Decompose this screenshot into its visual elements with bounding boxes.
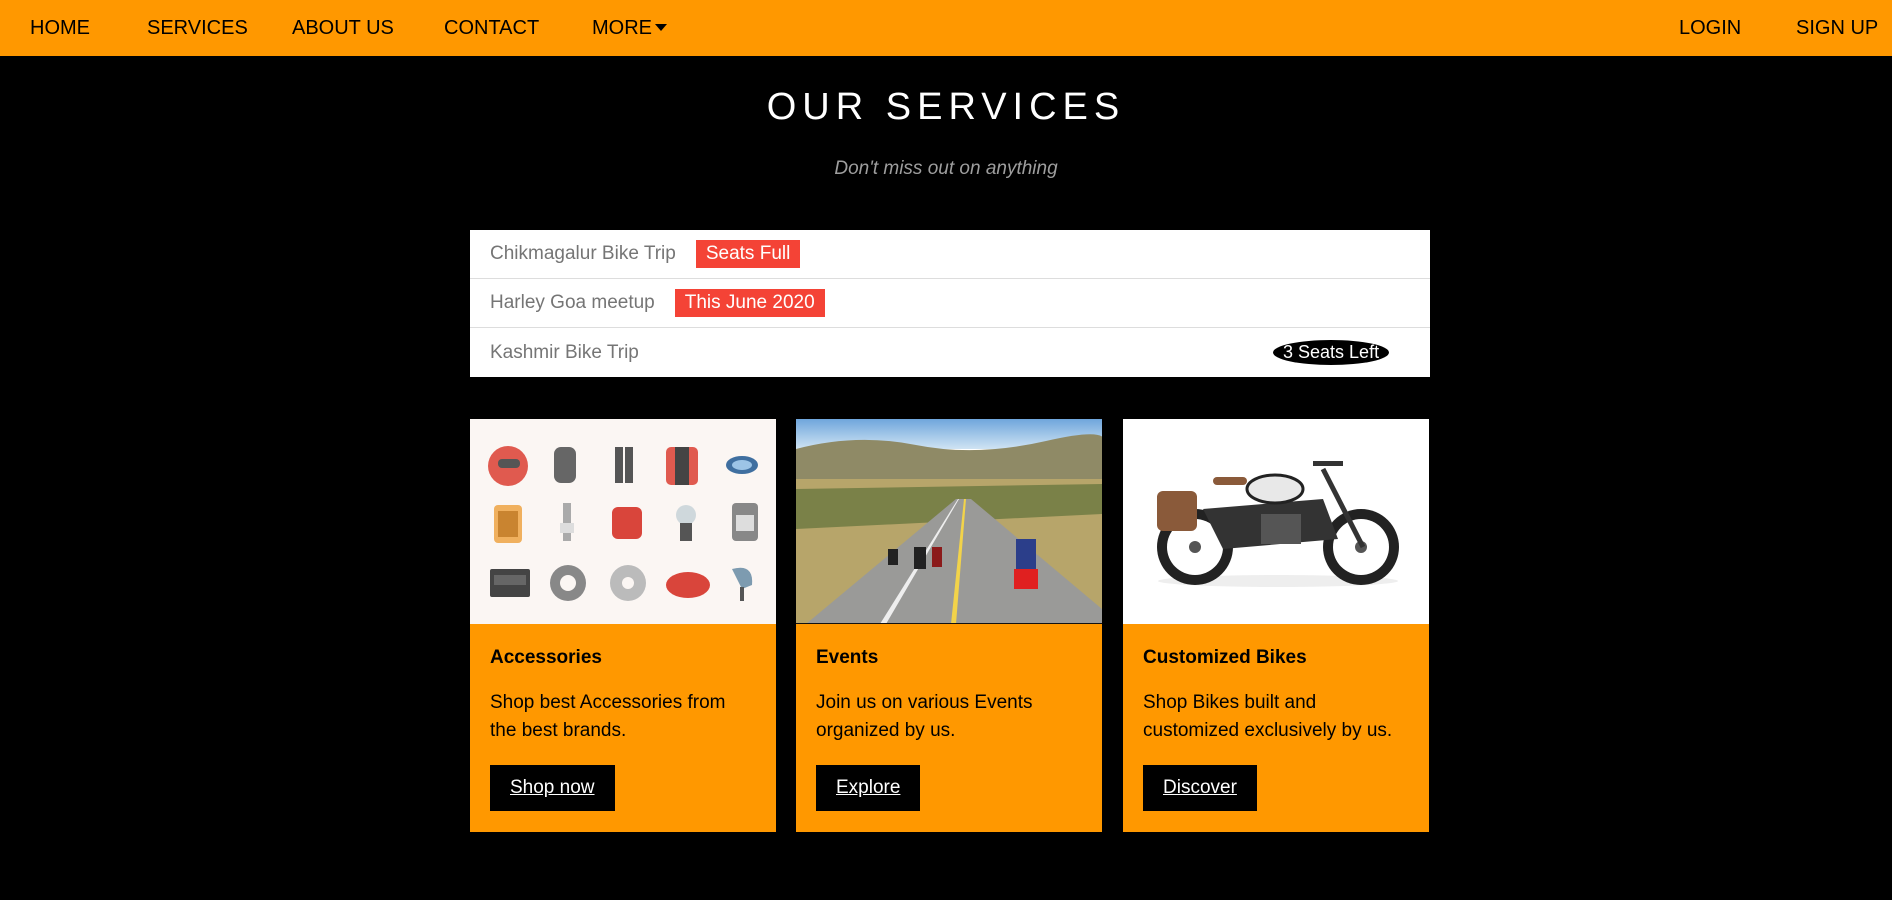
card-text: Join us on various Events organized by u…: [816, 692, 1033, 741]
nav-more-label: MORE: [592, 17, 652, 39]
card-title: Customized Bikes: [1143, 647, 1307, 668]
card-events: Events Join us on various Events organiz…: [796, 419, 1102, 832]
navbar: HOME SERVICES ABOUT US CONTACT MORE LOGI…: [0, 0, 1892, 56]
seats-badge: 3 Seats Left: [1273, 340, 1390, 365]
nav-home-link[interactable]: HOME: [30, 0, 90, 56]
list-item: Chikmagalur Bike Trip Seats Full: [470, 230, 1430, 279]
accessories-image: [470, 419, 776, 624]
explore-button[interactable]: Explore: [816, 765, 921, 811]
card-customized-bikes: Customized Bikes Shop Bikes built and cu…: [1123, 419, 1429, 832]
nav-more-dropdown[interactable]: MORE: [592, 0, 667, 56]
nav-services-link[interactable]: SERVICES: [147, 0, 248, 56]
bike-image: [1123, 419, 1429, 624]
events-list: Chikmagalur Bike Trip Seats Full Harley …: [470, 230, 1430, 377]
events-image: [796, 419, 1102, 624]
list-item: Harley Goa meetup This June 2020: [470, 279, 1430, 328]
event-name: Chikmagalur Bike Trip: [490, 243, 676, 264]
nav-contact-link[interactable]: CONTACT: [444, 0, 539, 56]
status-tag: This June 2020: [674, 289, 825, 317]
page-title: OUR SERVICES: [766, 86, 1126, 128]
list-item: Kashmir Bike Trip 3 Seats Left: [470, 328, 1430, 377]
nav-login-link[interactable]: LOGIN: [1679, 0, 1741, 56]
card-title: Accessories: [490, 647, 602, 668]
page-subtitle: Don't miss out on anything: [834, 158, 1058, 179]
caret-down-icon: [655, 23, 667, 31]
card-text: Shop Bikes built and customized exclusiv…: [1143, 692, 1393, 741]
card-accessories: Accessories Shop best Accessories from t…: [470, 419, 776, 832]
event-name: Kashmir Bike Trip: [490, 341, 639, 363]
discover-button[interactable]: Discover: [1143, 765, 1257, 811]
event-name: Harley Goa meetup: [490, 292, 655, 313]
card-title: Events: [816, 647, 879, 668]
card-text: Shop best Accessories from the best bran…: [490, 692, 726, 741]
status-tag: Seats Full: [695, 240, 801, 268]
nav-about-link[interactable]: ABOUT US: [292, 0, 394, 56]
shop-now-button[interactable]: Shop now: [490, 765, 615, 811]
nav-signup-link[interactable]: SIGN UP: [1796, 0, 1878, 56]
